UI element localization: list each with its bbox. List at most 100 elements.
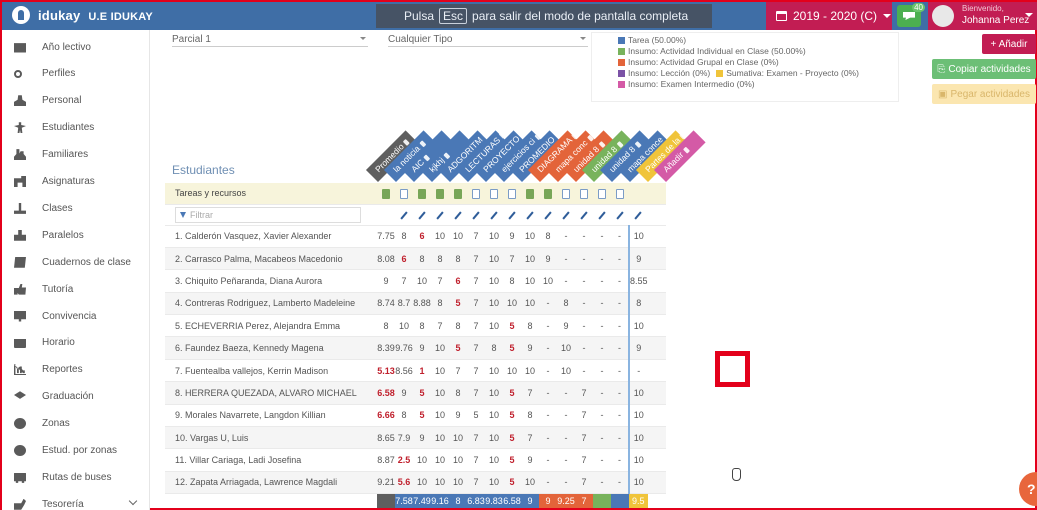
- paste-activities-button[interactable]: ▣ Pegar actividades: [932, 84, 1036, 104]
- document-icon[interactable]: [544, 188, 552, 199]
- grade-cell[interactable]: 10: [539, 269, 557, 293]
- grade-cell[interactable]: 9.76: [395, 336, 413, 360]
- grade-cell[interactable]: -: [539, 471, 557, 495]
- grade-cell[interactable]: -: [539, 404, 557, 428]
- pencil-icon[interactable]: [562, 210, 570, 220]
- grade-cell[interactable]: -: [593, 292, 611, 316]
- grade-cell[interactable]: 2.5: [395, 448, 413, 472]
- grade-cell[interactable]: 10: [431, 471, 449, 495]
- grade-cell[interactable]: 8.88: [413, 292, 431, 316]
- grade-cell[interactable]: -: [593, 404, 611, 428]
- sidebar-item-5[interactable]: Asignaturas: [2, 169, 150, 195]
- grade-cell[interactable]: -: [593, 426, 611, 450]
- grade-cell[interactable]: -: [593, 381, 611, 405]
- sidebar-item-16[interactable]: Rutas de buses: [2, 464, 150, 490]
- grade-cell[interactable]: 10: [485, 448, 503, 472]
- grade-cell[interactable]: 10: [521, 359, 539, 383]
- grade-cell[interactable]: 10: [485, 247, 503, 271]
- grade-cell[interactable]: 9: [628, 247, 648, 271]
- grade-cell[interactable]: 10: [521, 269, 539, 293]
- grade-cell[interactable]: 9: [628, 336, 648, 360]
- grade-cell[interactable]: 8: [395, 404, 413, 428]
- grade-cell[interactable]: -: [593, 314, 611, 338]
- sidebar-item-12[interactable]: Reportes: [2, 357, 150, 383]
- student-name[interactable]: 5. ECHEVERRIA Perez, Alejandra Emma: [165, 314, 377, 338]
- grade-cell[interactable]: -: [557, 448, 575, 472]
- grade-cell[interactable]: 8: [449, 314, 467, 338]
- pencil-icon[interactable]: [418, 210, 426, 220]
- grade-cell[interactable]: -: [575, 336, 593, 360]
- grade-cell[interactable]: 5: [413, 381, 431, 405]
- grade-cell[interactable]: 10: [413, 448, 431, 472]
- grade-cell[interactable]: 10: [557, 336, 575, 360]
- grade-cell[interactable]: -: [611, 426, 629, 450]
- document-icon[interactable]: [580, 188, 588, 199]
- grade-cell[interactable]: -: [557, 426, 575, 450]
- grade-cell[interactable]: 7: [449, 359, 467, 383]
- student-name[interactable]: 4. Contreras Rodriguez, Lamberto Madelei…: [165, 292, 377, 316]
- grade-cell[interactable]: -: [539, 292, 557, 316]
- grade-cell[interactable]: -: [611, 359, 629, 383]
- grade-cell[interactable]: -: [557, 269, 575, 293]
- grade-cell[interactable]: 1: [413, 359, 431, 383]
- pencil-icon[interactable]: [472, 210, 480, 220]
- grade-cell[interactable]: 8.7: [395, 292, 413, 316]
- grade-cell[interactable]: -: [593, 247, 611, 271]
- grade-cell[interactable]: -: [611, 448, 629, 472]
- grade-cell[interactable]: -: [611, 292, 629, 316]
- grade-cell[interactable]: 5: [449, 292, 467, 316]
- grade-cell[interactable]: -: [611, 336, 629, 360]
- school-year-selector[interactable]: 2019 - 2020 (C): [766, 2, 892, 30]
- grade-cell[interactable]: 8: [413, 247, 431, 271]
- grade-cell[interactable]: 7: [467, 426, 485, 450]
- grade-cell[interactable]: 10: [395, 314, 413, 338]
- grade-cell[interactable]: -: [611, 225, 629, 248]
- filter-input[interactable]: Filtrar: [175, 206, 361, 223]
- grade-cell[interactable]: 10: [431, 225, 449, 248]
- student-name[interactable]: 10. Vargas U, Luis: [165, 426, 377, 450]
- grade-cell[interactable]: 10: [485, 471, 503, 495]
- grade-cell[interactable]: 7: [467, 314, 485, 338]
- grade-cell[interactable]: 7: [431, 314, 449, 338]
- grade-cell[interactable]: 5: [503, 426, 521, 450]
- grade-cell[interactable]: 5: [503, 336, 521, 360]
- grade-cell[interactable]: 9: [395, 381, 413, 405]
- grade-cell[interactable]: 7: [467, 225, 485, 248]
- grade-cell[interactable]: 10: [431, 448, 449, 472]
- sidebar-item-10[interactable]: Convivencia: [2, 303, 150, 329]
- copy-activities-button[interactable]: ⎘ Copiar actividades: [932, 59, 1036, 79]
- pencil-icon[interactable]: [454, 210, 462, 220]
- grade-cell[interactable]: 7: [431, 269, 449, 293]
- grade-cell[interactable]: 10: [503, 359, 521, 383]
- messages-button[interactable]: 40: [897, 3, 925, 27]
- grade-cell[interactable]: 10: [628, 404, 648, 428]
- grade-cell[interactable]: 8: [449, 247, 467, 271]
- student-name[interactable]: 6. Faundez Baeza, Kennedy Magena: [165, 336, 377, 360]
- sidebar-item-6[interactable]: Clases: [2, 195, 150, 221]
- grade-cell[interactable]: -: [575, 247, 593, 271]
- sidebar-item-17[interactable]: Tesorería: [2, 491, 150, 510]
- grade-cell[interactable]: 10: [431, 336, 449, 360]
- grade-cell[interactable]: -: [557, 225, 575, 248]
- grade-cell[interactable]: 9: [521, 336, 539, 360]
- grade-cell[interactable]: 7: [467, 269, 485, 293]
- document-icon[interactable]: [508, 188, 516, 199]
- grade-cell[interactable]: 7: [521, 381, 539, 405]
- grade-cell[interactable]: 10: [521, 225, 539, 248]
- grade-cell[interactable]: 7: [467, 381, 485, 405]
- pencil-icon[interactable]: [508, 210, 516, 220]
- sidebar-item-13[interactable]: Graduación: [2, 384, 150, 410]
- grade-cell[interactable]: 5: [503, 314, 521, 338]
- user-menu[interactable]: Bienvenido, Johanna Perez: [928, 2, 1037, 30]
- grade-cell[interactable]: 10: [431, 359, 449, 383]
- document-icon[interactable]: [598, 188, 606, 199]
- period-select[interactable]: Parcial 1: [172, 34, 368, 47]
- grade-cell[interactable]: 10: [485, 381, 503, 405]
- grade-cell[interactable]: 7: [467, 247, 485, 271]
- grade-cell[interactable]: 7: [395, 269, 413, 293]
- student-name[interactable]: 7. Fuentealba vallejos, Kerrin Madison: [165, 359, 377, 383]
- pencil-icon[interactable]: [436, 210, 444, 220]
- grade-cell[interactable]: 10: [485, 225, 503, 248]
- grade-cell[interactable]: -: [575, 292, 593, 316]
- grade-cell[interactable]: -: [611, 381, 629, 405]
